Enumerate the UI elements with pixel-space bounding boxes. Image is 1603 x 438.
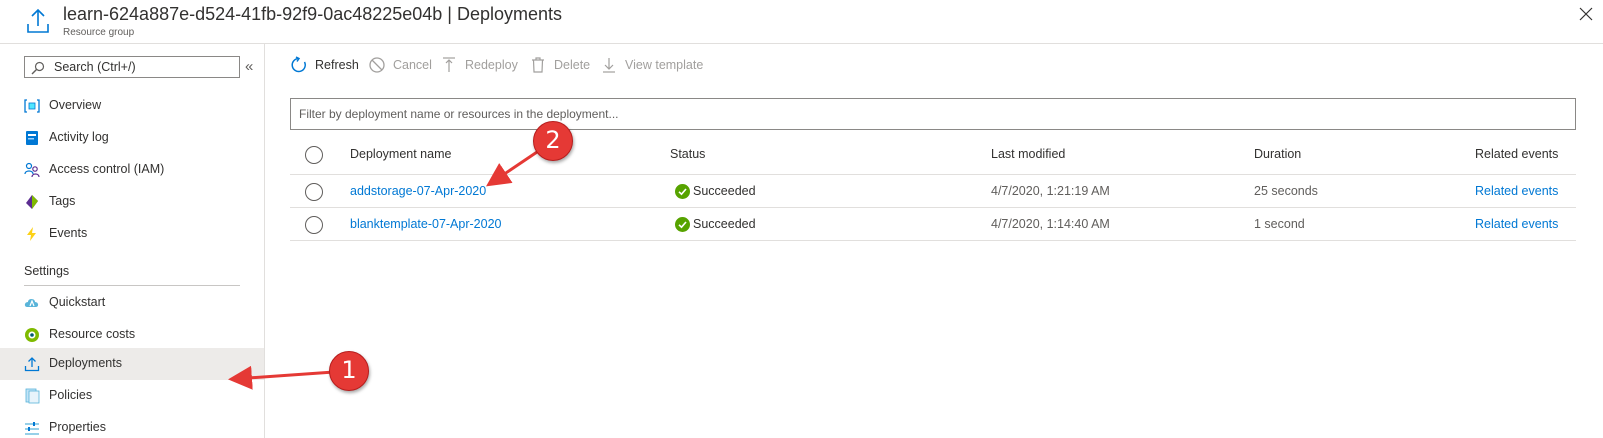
annotation-badge-2: 2 — [533, 121, 573, 161]
status-text: Succeeded — [693, 217, 756, 231]
page-subtitle: Resource group — [63, 27, 135, 38]
sidebar-item-tags[interactable]: Tags — [0, 186, 264, 218]
close-icon[interactable] — [1578, 6, 1594, 22]
sidebar-item-label: Resource costs — [49, 327, 136, 341]
sidebar-item-label: Overview — [49, 98, 102, 112]
sidebar-item-label: Events — [49, 226, 88, 240]
activity-log-icon — [26, 131, 38, 145]
sidebar-item-overview[interactable]: Overview — [0, 90, 264, 122]
related-events-link[interactable]: Related events — [1475, 217, 1558, 231]
status-cell: Succeeded — [675, 184, 795, 200]
sidebar-item-activity-log[interactable]: Activity log — [0, 122, 264, 154]
sidebar-item-label: Policies — [49, 388, 93, 402]
deployment-name-link[interactable]: blanktemplate-07-Apr-2020 — [350, 217, 501, 231]
sidebar-item-access-control[interactable]: Access control (IAM) — [0, 154, 264, 186]
sidebar-item-label: Quickstart — [49, 295, 106, 309]
people-icon — [24, 162, 40, 178]
last-modified-cell: 4/7/2020, 1:21:19 AM — [991, 184, 1110, 198]
sidebar-item-properties[interactable]: Properties — [0, 412, 264, 438]
redeploy-button[interactable]: Redeploy — [440, 55, 525, 77]
cancel-icon — [369, 57, 385, 73]
page-title: learn-624a887e-d524-41fb-92f9-0ac48225e0… — [63, 4, 563, 24]
sidebar-item-quickstart[interactable]: Quickstart — [0, 287, 264, 319]
sidebar-item-resource-costs[interactable]: Resource costs — [0, 319, 264, 351]
deployment-filter-input[interactable]: Filter by deployment name or resources i… — [290, 98, 1576, 130]
success-check-icon — [675, 217, 690, 232]
settings-section-title: Settings — [24, 264, 70, 278]
duration-cell: 1 second — [1254, 217, 1305, 231]
sidebar-item-label: Access control (IAM) — [49, 162, 165, 176]
refresh-label: Refresh — [315, 58, 359, 72]
filter-placeholder: Filter by deployment name or resources i… — [299, 107, 619, 121]
refresh-icon — [291, 56, 306, 73]
cancel-label: Cancel — [393, 58, 432, 72]
delete-label: Delete — [554, 58, 591, 72]
table-row[interactable]: addstorage-07-Apr-2020 Succeeded 4/7/202… — [290, 175, 1576, 208]
annotation-badge-1: 1 — [329, 351, 369, 391]
redeploy-label: Redeploy — [465, 58, 518, 72]
status-text: Succeeded — [693, 184, 756, 198]
cancel-button[interactable]: Cancel — [368, 55, 438, 77]
deployment-name-link[interactable]: addstorage-07-Apr-2020 — [350, 184, 486, 198]
sidebar-item-label: Properties — [49, 420, 106, 434]
column-header-related-events[interactable]: Related events — [1475, 147, 1558, 161]
lightning-icon — [27, 227, 36, 241]
collapse-sidebar-icon[interactable]: « — [245, 58, 253, 75]
sidebar-item-label: Activity log — [49, 130, 109, 144]
blade-header: learn-624a887e-d524-41fb-92f9-0ac48225e0… — [0, 0, 1603, 44]
sidebar-item-events[interactable]: Events — [0, 218, 264, 250]
tag-icon — [26, 195, 38, 209]
column-header-last-modified[interactable]: Last modified — [991, 147, 1065, 161]
sidebar-item-deployments[interactable]: Deployments — [0, 348, 264, 380]
sidebar: Search (Ctrl+/) « Overview Activity log … — [0, 44, 265, 438]
trash-icon — [532, 57, 544, 73]
deployment-upload-icon — [24, 357, 40, 372]
related-events-link[interactable]: Related events — [1475, 184, 1558, 198]
policy-document-icon — [25, 388, 40, 404]
delete-button[interactable]: Delete — [529, 55, 599, 77]
last-modified-cell: 4/7/2020, 1:14:40 AM — [991, 217, 1110, 231]
search-input[interactable]: Search (Ctrl+/) — [24, 56, 240, 78]
download-icon — [603, 58, 615, 73]
row-select-radio[interactable] — [305, 216, 323, 234]
resource-group-icon — [24, 99, 40, 113]
search-icon — [31, 61, 45, 75]
column-header-duration[interactable]: Duration — [1254, 147, 1301, 161]
sidebar-item-label: Deployments — [49, 356, 122, 370]
sidebar-item-label: Tags — [49, 194, 76, 208]
refresh-button[interactable]: Refresh — [290, 55, 360, 77]
cloud-quickstart-icon — [24, 299, 39, 307]
properties-sliders-icon — [25, 422, 39, 435]
view-template-button[interactable]: View template — [600, 55, 710, 77]
cost-circle-icon — [25, 328, 39, 342]
section-divider — [24, 285, 240, 286]
table-row[interactable]: blanktemplate-07-Apr-2020 Succeeded 4/7/… — [290, 208, 1576, 241]
deployment-upload-icon — [27, 8, 49, 33]
column-header-name[interactable]: Deployment name — [350, 147, 451, 161]
search-placeholder: Search (Ctrl+/) — [54, 60, 136, 74]
duration-cell: 25 seconds — [1254, 184, 1318, 198]
success-check-icon — [675, 184, 690, 199]
status-cell: Succeeded — [675, 217, 795, 233]
table-header-row: Deployment name Status Last modified Dur… — [290, 136, 1576, 175]
sidebar-item-policies[interactable]: Policies — [0, 380, 264, 412]
column-header-status[interactable]: Status — [670, 147, 705, 161]
select-all-radio[interactable] — [305, 146, 323, 164]
view-template-label: View template — [625, 58, 704, 72]
row-select-radio[interactable] — [305, 183, 323, 201]
redeploy-icon — [443, 57, 455, 72]
